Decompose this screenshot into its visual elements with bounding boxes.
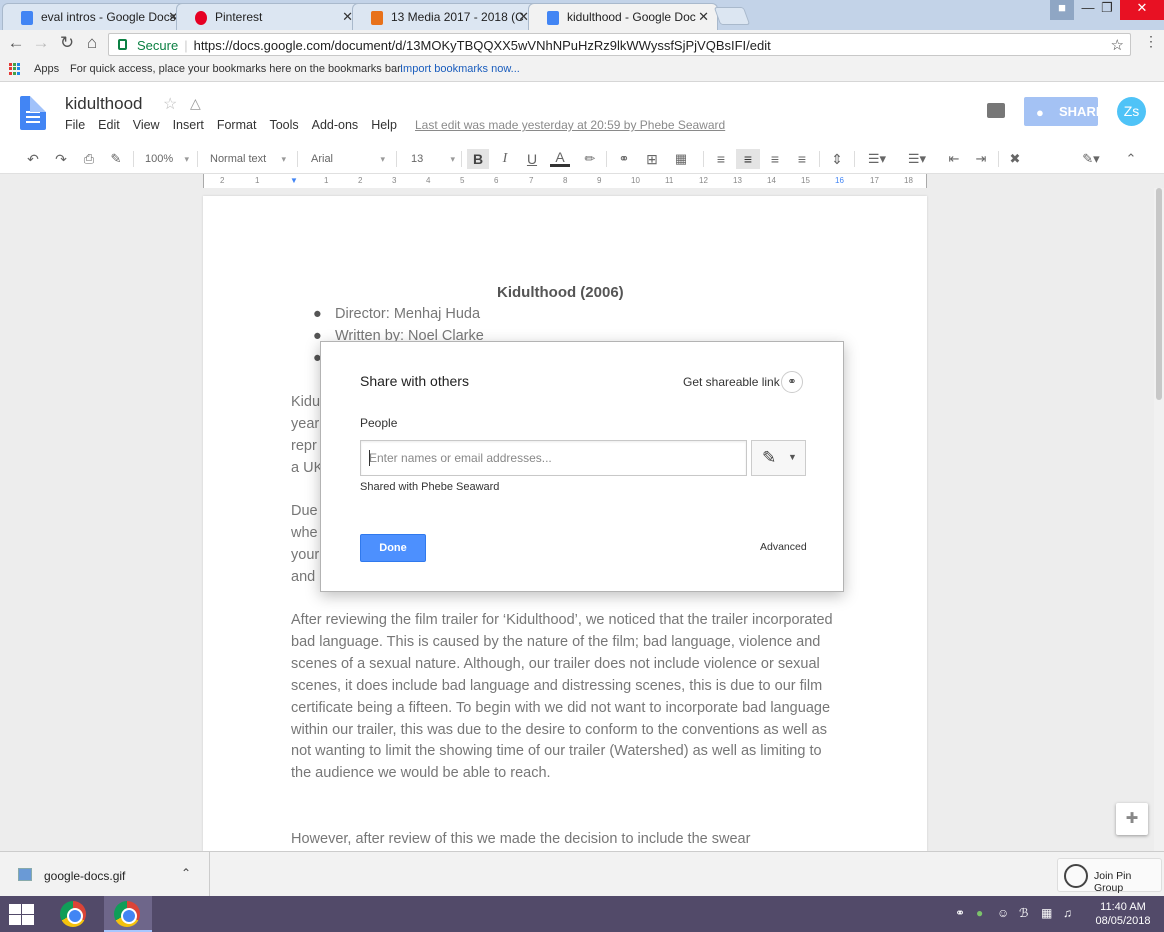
pencil-icon: ✎ bbox=[762, 448, 777, 467]
permission-select[interactable]: ✎ ▼ bbox=[751, 440, 806, 476]
paragraph-fragment: Due bbox=[291, 503, 318, 519]
document-heading[interactable]: Kidulthood (2006) bbox=[497, 284, 624, 301]
paragraph-fragment: whe bbox=[291, 525, 318, 541]
body-paragraph[interactable]: After reviewing the film trailer for ‘Ki… bbox=[291, 610, 836, 785]
volume-icon[interactable]: ♫ bbox=[1063, 906, 1072, 920]
scrollbar-thumb[interactable] bbox=[1156, 188, 1162, 400]
vertical-scrollbar[interactable] bbox=[1154, 188, 1164, 851]
paragraph-fragment: and bbox=[291, 569, 316, 585]
paragraph-fragment: Kidu bbox=[291, 394, 321, 410]
windows-start-icon[interactable] bbox=[9, 904, 34, 925]
image-file-icon bbox=[18, 868, 32, 881]
shared-with-text: Shared with Phebe Seaward bbox=[360, 481, 500, 493]
bluetooth-icon[interactable]: ℬ bbox=[1019, 906, 1028, 920]
clock-date: 08/05/2018 bbox=[1095, 915, 1151, 927]
chrome-icon[interactable] bbox=[60, 901, 86, 927]
link-tray-icon[interactable]: ⚭ bbox=[955, 906, 965, 920]
windows-taskbar: ⚭ ● ☺ ℬ ▦ ♫ 11:40 AM 08/05/2018 bbox=[0, 896, 1164, 932]
link-icon[interactable]: ⚭ bbox=[781, 371, 803, 393]
body-paragraph-last-line[interactable]: However, after review of this we made th… bbox=[291, 831, 750, 847]
person-circle-icon bbox=[1064, 864, 1088, 888]
leaf-tray-icon[interactable]: ● bbox=[976, 906, 983, 920]
paragraph-fragment: a UK bbox=[291, 460, 324, 476]
chevron-down-icon: ▼ bbox=[788, 452, 797, 462]
clock-time: 11:40 AM bbox=[1100, 901, 1146, 913]
chrome-icon[interactable] bbox=[114, 901, 140, 927]
people-input[interactable]: Enter names or email addresses... bbox=[360, 440, 747, 476]
paragraph-fragment: repr bbox=[291, 438, 317, 454]
join-pin-group-button[interactable]: Join Pin Group bbox=[1057, 858, 1162, 894]
done-button[interactable]: Done bbox=[360, 534, 426, 562]
downloads-bar: google-docs.gif ⌃ Join Pin Group bbox=[0, 851, 1164, 897]
people-label: People bbox=[360, 416, 398, 430]
advanced-link[interactable]: Advanced bbox=[760, 541, 807, 553]
share-dialog: Share with others Get shareable link ⚭ P… bbox=[320, 341, 844, 592]
network-icon[interactable]: ▦ bbox=[1041, 906, 1052, 920]
download-item[interactable]: google-docs.gif ⌃ bbox=[0, 852, 210, 897]
paragraph-fragment: year bbox=[291, 416, 320, 432]
dialog-title: Share with others bbox=[360, 373, 469, 389]
paragraph-fragment: your bbox=[291, 547, 320, 563]
get-shareable-link[interactable]: Get shareable link bbox=[683, 375, 780, 389]
explore-icon[interactable]: ✚ bbox=[1116, 803, 1148, 835]
pin-label: Join Pin Group bbox=[1094, 870, 1132, 894]
download-filename: google-docs.gif bbox=[44, 869, 126, 883]
people-tray-icon[interactable]: ☺ bbox=[997, 906, 1009, 920]
system-clock[interactable]: 11:40 AM 08/05/2018 bbox=[1088, 900, 1158, 928]
chevron-up-icon[interactable]: ⌃ bbox=[181, 866, 191, 880]
